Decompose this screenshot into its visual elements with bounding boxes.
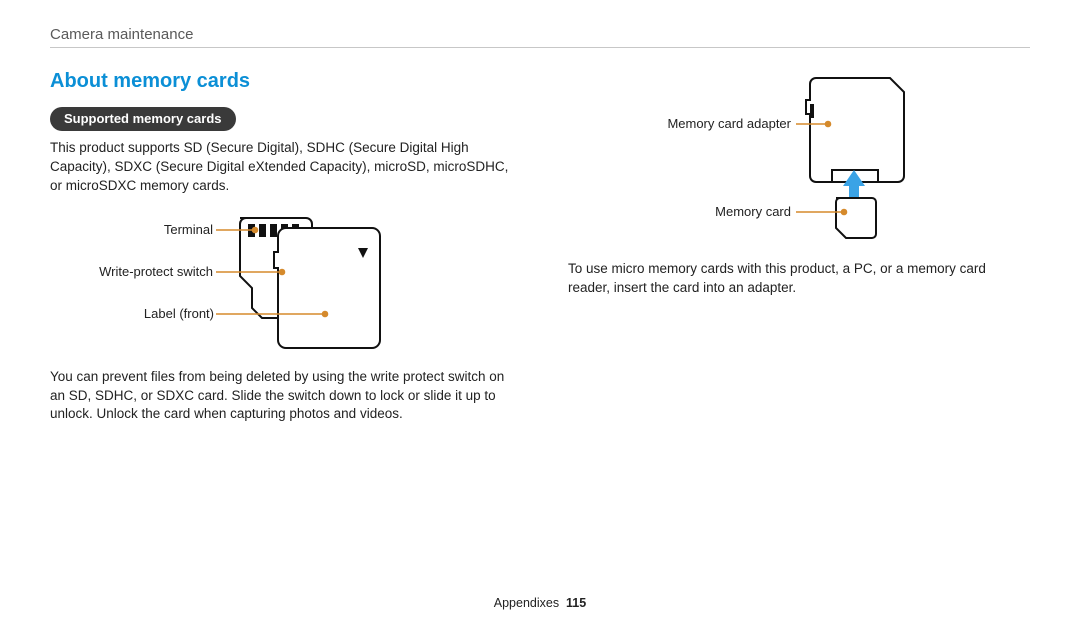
footer-section: Appendixes xyxy=(494,596,559,610)
intro-paragraph: This product supports SD (Secure Digital… xyxy=(50,139,512,196)
label-write-protect: Write-protect switch xyxy=(68,264,213,279)
right-column: Memory card adapter Memory card To use m… xyxy=(568,70,1030,424)
content-columns: About memory cards Supported memory card… xyxy=(50,70,1030,424)
divider xyxy=(50,47,1030,48)
write-protect-note: You can prevent files from being deleted… xyxy=(50,368,512,425)
page-body: Camera maintenance About memory cards Su… xyxy=(0,0,1080,424)
label-adapter: Memory card adapter xyxy=(626,116,791,131)
section-heading: About memory cards xyxy=(50,70,512,93)
label-memory-card: Memory card xyxy=(666,204,791,219)
adapter-diagram: Memory card adapter Memory card xyxy=(568,70,1028,250)
breadcrumb: Camera maintenance xyxy=(50,26,1030,43)
label-label-front: Label (front) xyxy=(94,306,214,321)
footer-page-number: 115 xyxy=(566,596,586,610)
sd-card-diagram: Terminal Write-protect switch Label (fro… xyxy=(50,200,500,360)
page-footer: Appendixes 115 xyxy=(0,596,1080,610)
adapter-note: To use micro memory cards with this prod… xyxy=(568,260,1030,298)
label-terminal: Terminal xyxy=(113,222,213,237)
adapter-svg xyxy=(568,70,1028,250)
subsection-pill: Supported memory cards xyxy=(50,107,236,131)
left-column: About memory cards Supported memory card… xyxy=(50,70,512,424)
